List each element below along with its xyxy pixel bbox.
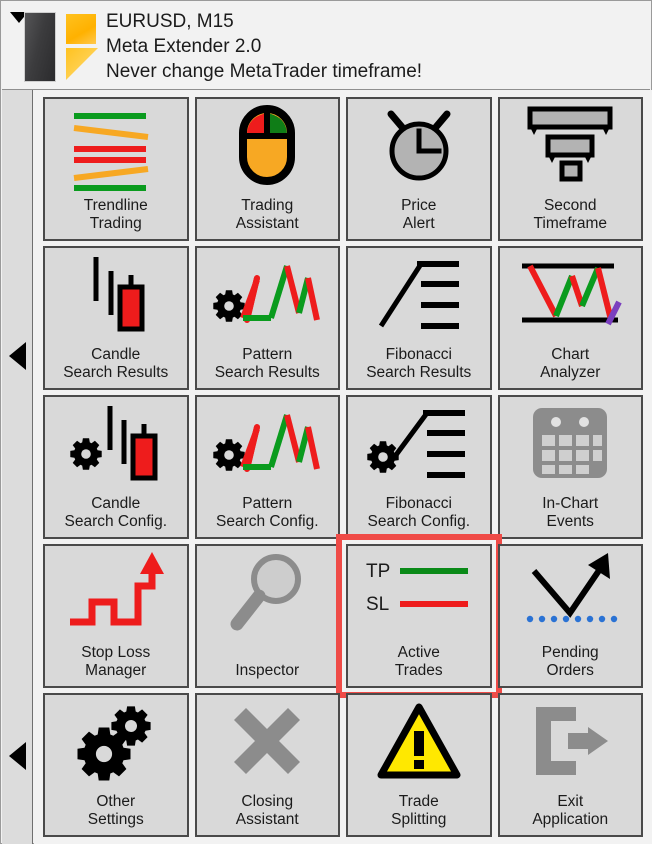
tile-label: Price Alert [401,197,437,232]
magnifier-icon [197,546,339,638]
collapse-rail[interactable] [2,90,33,844]
tile-fibonacci-search-results[interactable]: Fibonacci Search Results [346,246,492,390]
tile-label: Closing Assistant [235,793,299,828]
tile-trade-splitting[interactable]: Trade Splitting [346,693,492,837]
zigzag-gear-icon [197,248,339,340]
logo-dark-bar [24,12,56,82]
candlestick-icon [45,248,187,340]
fibonacci-gear-icon [348,397,490,489]
tile-active-trades[interactable]: TP SL Active Trades [336,534,502,698]
tp-sl-lines-icon: TP SL [348,546,490,638]
tile-label: Stop Loss Manager [81,644,151,679]
gears-icon [45,695,187,787]
tile-label: Trendline Trading [83,197,148,232]
close-x-icon [197,695,339,787]
tile-label: Inspector [235,662,300,679]
meta-extender-panel: EURUSD, M15 Meta Extender 2.0 Never chan… [0,0,652,844]
chevron-left-icon[interactable] [9,742,26,770]
tile-label: Chart Analyzer [540,346,601,381]
tile-chart-analyzer[interactable]: Chart Analyzer [497,246,643,390]
tile-pattern-search-results[interactable]: Pattern Search Results [194,246,340,390]
mouse-icon [197,99,339,191]
chart-analyzer-icon [500,248,642,340]
fibonacci-icon [348,248,490,340]
tile-label: Active Trades [394,644,443,679]
logo-yellow-triangle [66,48,98,80]
tile-trading-assistant[interactable]: Trading Assistant [194,97,340,241]
tile-trendline-trading[interactable]: Trendline Trading [43,97,189,241]
staircase-arrow-icon [45,546,187,638]
alarm-clock-icon [348,99,490,191]
tile-second-timeframe[interactable]: Second Timeframe [497,97,643,241]
tile-closing-assistant[interactable]: Closing Assistant [194,693,340,837]
tile-pattern-search-config[interactable]: Pattern Search Config. [194,395,340,539]
tile-label: In-Chart Events [542,495,599,530]
tile-stop-loss-manager[interactable]: Stop Loss Manager [43,544,189,688]
meta-extender-logo [24,12,96,82]
tile-price-alert[interactable]: Price Alert [346,97,492,241]
tile-label: Fibonacci Search Config. [367,495,471,530]
warning-text: Never change MetaTrader timeframe! [106,61,423,82]
tile-label: Pattern Search Config. [215,495,319,530]
tile-label: Exit Application [532,793,609,828]
tile-in-chart-events[interactable]: In-Chart Events [497,395,643,539]
calendar-icon [500,397,642,489]
zigzag-gear-icon [197,397,339,489]
trendlines-icon [45,99,187,191]
pending-arrow-icon [500,546,642,638]
candlestick-gear-icon [45,397,187,489]
tile-candle-search-config[interactable]: Candle Search Config. [43,395,189,539]
panel-header: EURUSD, M15 Meta Extender 2.0 Never chan… [2,2,650,90]
product-name-text: Meta Extender 2.0 [106,36,262,57]
tile-candle-search-results[interactable]: Candle Search Results [43,246,189,390]
tile-exit-application[interactable]: Exit Application [497,693,643,837]
tile-pending-orders[interactable]: Pending Orders [497,544,643,688]
tile-inspector[interactable]: Inspector [194,544,340,688]
tile-label: Trading Assistant [235,197,299,232]
symbol-timeframe-text: EURUSD, M15 [106,11,234,32]
svg-text:SL: SL [366,594,389,615]
tile-other-settings[interactable]: Other Settings [43,693,189,837]
tile-label: Fibonacci Search Results [366,346,472,381]
module-grid: Trendline Trading Trading Assistant Pric… [34,90,652,844]
tile-label: Second Timeframe [533,197,608,232]
funnel-icon [500,99,642,191]
tile-fibonacci-search-config[interactable]: Fibonacci Search Config. [346,395,492,539]
tile-label: Candle Search Results [63,346,169,381]
tile-label: Pattern Search Results [214,346,320,381]
tile-label: Trade Splitting [391,793,447,828]
header-title-block: EURUSD, M15 Meta Extender 2.0 Never chan… [106,9,422,84]
exit-arrow-icon [500,695,642,787]
svg-text:TP: TP [366,561,390,582]
tile-label: Other Settings [87,793,144,828]
warning-triangle-icon [348,695,490,787]
tile-label: Pending Orders [541,644,599,679]
logo-yellow-square [66,14,96,44]
chevron-left-icon[interactable] [9,342,26,370]
tile-label: Candle Search Config. [64,495,168,530]
